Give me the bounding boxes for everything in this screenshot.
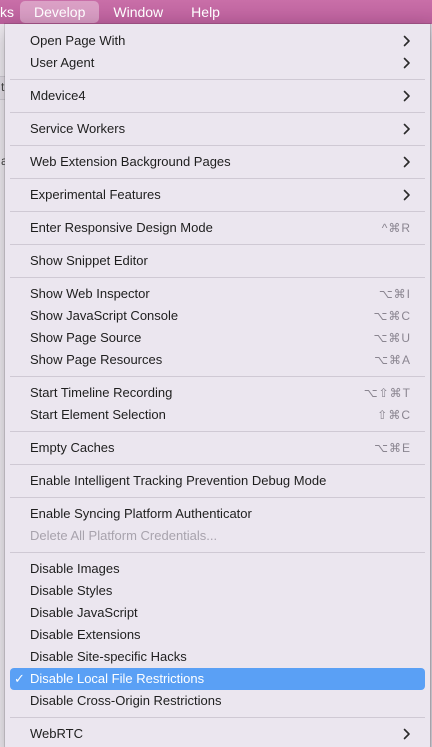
menu-item-label: Empty Caches [30, 440, 115, 455]
menu-item-label: User Agent [30, 55, 95, 70]
chevron-right-icon [403, 57, 410, 69]
menu-item-disable-images[interactable]: Disable Images [10, 558, 425, 580]
menu-item-delete-all-platform-credentials: Delete All Platform Credentials... [10, 525, 425, 547]
menu-separator [10, 717, 425, 718]
keyboard-shortcut: ⌥⌘I [378, 287, 411, 301]
menu-item-label: Experimental Features [30, 187, 161, 202]
keyboard-shortcut: ⌥⌘C [373, 309, 411, 323]
menubar-item-window[interactable]: Window [99, 1, 177, 23]
menu-separator [10, 277, 425, 278]
menu-item-start-element-selection[interactable]: Start Element Selection ⇧⌘C [10, 404, 425, 426]
menu-item-label: Open Page With [30, 33, 126, 48]
menu-separator [10, 497, 425, 498]
menu-item-disable-site-specific-hacks[interactable]: Disable Site-specific Hacks [10, 646, 425, 668]
menu-item-show-page-source[interactable]: Show Page Source ⌥⌘U [10, 327, 425, 349]
menu-separator [10, 211, 425, 212]
menu-item-label: Start Timeline Recording [30, 385, 173, 400]
menu-item-mdevice4[interactable]: Mdevice4 [10, 85, 425, 107]
menu-item-label: Show Snippet Editor [30, 253, 148, 268]
menu-item-disable-javascript[interactable]: Disable JavaScript [10, 602, 425, 624]
menu-item-label: Delete All Platform Credentials... [30, 528, 218, 543]
menu-separator [10, 112, 425, 113]
menu-item-show-web-inspector[interactable]: Show Web Inspector ⌥⌘I [10, 283, 425, 305]
menu-item-label: Web Extension Background Pages [30, 154, 231, 169]
menu-item-label: Disable Site-specific Hacks [30, 649, 187, 664]
menu-item-label: Disable Images [30, 561, 120, 576]
menu-item-label: Enable Syncing Platform Authenticator [30, 506, 252, 521]
menu-item-show-javascript-console[interactable]: Show JavaScript Console ⌥⌘C [10, 305, 425, 327]
chevron-right-icon [403, 728, 410, 740]
menu-item-label: Show Web Inspector [30, 286, 150, 301]
chevron-right-icon [403, 189, 410, 201]
menu-item-service-workers[interactable]: Service Workers [10, 118, 425, 140]
menu-separator [10, 178, 425, 179]
menu-item-enable-intelligent-tracking-prevention-debug-mode[interactable]: Enable Intelligent Tracking Prevention D… [10, 470, 425, 492]
menu-item-user-agent[interactable]: User Agent [10, 52, 425, 74]
menu-item-label: Disable Local File Restrictions [30, 671, 205, 686]
keyboard-shortcut: ⌥⌘U [373, 331, 411, 345]
menu-item-disable-cross-origin-restrictions[interactable]: Disable Cross-Origin Restrictions [10, 690, 425, 712]
menubar-item-bookmarks[interactable]: ks [0, 1, 20, 23]
menu-item-label: WebRTC [30, 726, 83, 741]
menu-item-label: Disable Extensions [30, 627, 141, 642]
checkmark-icon: ✓ [14, 671, 25, 686]
keyboard-shortcut: ⇧⌘C [377, 408, 411, 422]
menu-separator [10, 376, 425, 377]
menu-item-open-page-with[interactable]: Open Page With [10, 30, 425, 52]
menu-item-label: Show Page Source [30, 330, 142, 345]
menubar-item-develop[interactable]: Develop [20, 1, 100, 23]
menubar-item-help[interactable]: Help [177, 1, 234, 23]
menu-item-label: Enable Intelligent Tracking Prevention D… [30, 473, 327, 488]
menu-separator [10, 244, 425, 245]
menu-item-empty-caches[interactable]: Empty Caches ⌥⌘E [10, 437, 425, 459]
menu-item-label: Start Element Selection [30, 407, 166, 422]
menu-item-show-page-resources[interactable]: Show Page Resources ⌥⌘A [10, 349, 425, 371]
chevron-right-icon [403, 123, 410, 135]
menu-item-label: Show JavaScript Console [30, 308, 179, 323]
menu-item-start-timeline-recording[interactable]: Start Timeline Recording ⌥⇧⌘T [10, 382, 425, 404]
menu-bar: ks Develop Window Help [0, 0, 432, 24]
keyboard-shortcut: ^⌘R [381, 221, 411, 235]
menu-item-web-extension-background-pages[interactable]: Web Extension Background Pages [10, 151, 425, 173]
chevron-right-icon [403, 90, 410, 102]
menu-item-label: Disable Cross-Origin Restrictions [30, 693, 222, 708]
menu-separator [10, 431, 425, 432]
menu-item-enter-responsive-design-mode[interactable]: Enter Responsive Design Mode ^⌘R [10, 217, 425, 239]
menu-separator [10, 464, 425, 465]
chevron-right-icon [403, 35, 410, 47]
menu-separator [10, 552, 425, 553]
menu-item-label: Service Workers [30, 121, 126, 136]
chevron-right-icon [403, 156, 410, 168]
menu-separator [10, 145, 425, 146]
keyboard-shortcut: ⌥⌘E [374, 441, 411, 455]
keyboard-shortcut: ⌥⌘A [374, 353, 411, 367]
menu-item-enable-syncing-platform-authenticator[interactable]: Enable Syncing Platform Authenticator [10, 503, 425, 525]
menu-item-disable-extensions[interactable]: Disable Extensions [10, 624, 425, 646]
menu-item-show-snippet-editor[interactable]: Show Snippet Editor [10, 250, 425, 272]
menu-item-label: Enter Responsive Design Mode [30, 220, 213, 235]
menu-item-disable-styles[interactable]: Disable Styles [10, 580, 425, 602]
menu-item-experimental-features[interactable]: Experimental Features [10, 184, 425, 206]
develop-menu: Open Page With User Agent Mdevice4 Service … [5, 24, 430, 747]
menu-item-label: Disable Styles [30, 583, 113, 598]
menu-item-webrtc[interactable]: WebRTC [10, 723, 425, 745]
menu-item-label: Show Page Resources [30, 352, 163, 367]
menu-item-disable-local-file-restrictions[interactable]: ✓ Disable Local File Restrictions [10, 668, 425, 690]
keyboard-shortcut: ⌥⇧⌘T [363, 386, 411, 400]
menu-separator [10, 79, 425, 80]
menu-item-label: Mdevice4 [30, 88, 86, 103]
menu-item-label: Disable JavaScript [30, 605, 138, 620]
